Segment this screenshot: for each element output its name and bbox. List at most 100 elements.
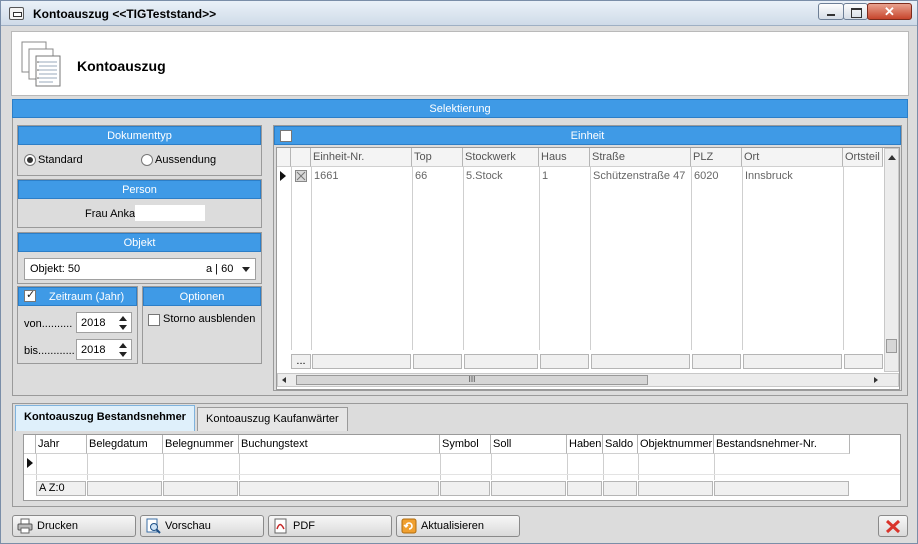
bis-label: bis............ — [24, 345, 75, 357]
bis-year-value: 2018 — [81, 344, 106, 356]
tab-kaufanwaerter[interactable]: Kontoauszug Kaufanwärter — [197, 407, 348, 431]
footer-cell — [440, 481, 490, 496]
objekt-value: Objekt: 50 — [30, 263, 81, 275]
scroll-right-icon[interactable] — [874, 377, 878, 383]
cell-strasse: Schützenstraße 47 — [593, 170, 686, 182]
radio-standard-label[interactable]: Standard — [38, 154, 83, 166]
preview-button-label: Vorschau — [165, 520, 211, 532]
col-buchungstext[interactable]: Buchungstext — [239, 435, 440, 454]
col-ortsteil[interactable]: Ortsteil — [843, 148, 883, 167]
einheit-grid: Einheit-Nr. Top Stockwerk Haus Straße PL… — [276, 147, 900, 390]
close-window-button[interactable]: ✕ — [867, 3, 912, 20]
footer-cell — [163, 481, 238, 496]
zeitraum-checkbox[interactable] — [24, 288, 36, 302]
footer-cell — [540, 354, 589, 369]
doctype-group: Dokumenttyp Standard Aussendung — [17, 125, 262, 176]
person-title: Person — [18, 180, 261, 199]
row-header-corner — [24, 435, 36, 454]
einheit-group: Einheit Einheit-Nr. Top Stockwerk Haus S… — [273, 125, 902, 391]
footer-cell — [692, 354, 741, 369]
radio-standard[interactable] — [24, 154, 36, 166]
col-soll[interactable]: Soll — [491, 435, 567, 454]
footer-cell — [638, 481, 713, 496]
col-jahr[interactable]: Jahr — [36, 435, 87, 454]
storno-checkbox[interactable] — [148, 314, 160, 326]
col-bestandsnehmer-nr[interactable]: Bestandsnehmer-Nr. — [714, 435, 850, 454]
print-button-label: Drucken — [37, 520, 78, 532]
record-count: A Z:0 — [36, 481, 86, 496]
row-header-corner — [277, 148, 291, 167]
scroll-up-icon[interactable] — [888, 155, 896, 160]
footer-cell — [491, 481, 566, 496]
preview-button[interactable]: Vorschau — [140, 515, 264, 537]
documents-icon — [21, 41, 61, 87]
pdf-icon — [274, 518, 287, 534]
col-objektnummer[interactable]: Objektnummer — [638, 435, 714, 454]
ledger-grid: Jahr Belegdatum Belegnummer Buchungstext… — [23, 434, 901, 501]
preview-icon — [146, 518, 161, 534]
pdf-button[interactable]: PDF — [268, 515, 392, 537]
footer-cell — [567, 481, 602, 496]
minimize-button[interactable] — [818, 3, 844, 20]
einheit-select-all-checkbox[interactable] — [280, 130, 292, 142]
optionen-title: Optionen — [143, 287, 261, 306]
maximize-button[interactable] — [843, 3, 868, 20]
scroll-left-icon[interactable] — [282, 377, 286, 383]
horizontal-scrollbar[interactable]: III — [277, 373, 899, 387]
col-stockwerk[interactable]: Stockwerk — [463, 148, 539, 167]
col-plz[interactable]: PLZ — [691, 148, 742, 167]
col-belegdatum[interactable]: Belegdatum — [87, 435, 163, 454]
refresh-button[interactable]: Aktualisieren — [396, 515, 520, 537]
person-field[interactable] — [135, 205, 205, 221]
objekt-title: Objekt — [18, 233, 261, 252]
von-year-spinner[interactable]: 2018 — [76, 312, 132, 333]
footer-cell — [312, 354, 411, 369]
vertical-scroll-thumb[interactable] — [886, 339, 897, 353]
einheit-title: Einheit — [274, 126, 901, 145]
col-einheit-nr[interactable]: Einheit-Nr. — [311, 148, 412, 167]
header-panel: Kontoauszug — [11, 31, 909, 96]
spin-down-icon[interactable] — [119, 352, 127, 357]
col-symbol[interactable]: Symbol — [440, 435, 491, 454]
vertical-scrollbar[interactable] — [884, 148, 899, 372]
select-column-header — [291, 148, 311, 167]
print-button[interactable]: Drucken — [12, 515, 136, 537]
footer-cell — [844, 354, 883, 369]
radio-aussendung-label[interactable]: Aussendung — [155, 154, 216, 166]
refresh-button-label: Aktualisieren — [421, 520, 484, 532]
table-row[interactable]: 1661 66 5.Stock 1 Schützenstraße 47 6020… — [277, 167, 883, 185]
tab-bestandsnehmer[interactable]: Kontoauszug Bestandsnehmer — [15, 405, 195, 431]
zeitraum-group: Zeitraum (Jahr) von.......... 2018 bis..… — [17, 286, 138, 364]
row-select-checkbox[interactable] — [295, 170, 307, 182]
window-title: Kontoauszug <<TIGTeststand>> — [33, 7, 217, 21]
cell-einheit-nr: 1661 — [314, 170, 339, 182]
col-belegnummer[interactable]: Belegnummer — [163, 435, 239, 454]
radio-aussendung[interactable] — [141, 154, 153, 166]
printer-icon — [17, 518, 33, 534]
footer-cell — [239, 481, 439, 496]
page-title: Kontoauszug — [77, 58, 166, 74]
col-haben[interactable]: Haben — [567, 435, 603, 454]
horizontal-scroll-thumb[interactable]: III — [296, 375, 648, 385]
cross-icon — [296, 171, 306, 181]
spin-down-icon[interactable] — [119, 325, 127, 330]
col-ort[interactable]: Ort — [742, 148, 843, 167]
optionen-group: Optionen Storno ausblenden — [142, 286, 262, 364]
title-bar[interactable]: Kontoauszug <<TIGTeststand>> ✕ — [1, 1, 917, 26]
close-dialog-button[interactable] — [878, 515, 908, 537]
spin-up-icon[interactable] — [119, 316, 127, 321]
close-icon: ✕ — [884, 4, 895, 19]
main-window: Kontoauszug <<TIGTeststand>> ✕ Kontoausz… — [0, 0, 918, 544]
col-top[interactable]: Top — [412, 148, 463, 167]
storno-label[interactable]: Storno ausblenden — [163, 313, 255, 325]
footer-cell — [603, 481, 637, 496]
col-saldo[interactable]: Saldo — [603, 435, 638, 454]
col-strasse[interactable]: Straße — [590, 148, 691, 167]
grid-footer-button[interactable]: ... — [291, 354, 311, 369]
objekt-select[interactable]: Objekt: 50 a | 60 — [24, 258, 256, 280]
window-menu-icon[interactable] — [9, 7, 24, 20]
bis-year-spinner[interactable]: 2018 — [76, 339, 132, 360]
col-haus[interactable]: Haus — [539, 148, 590, 167]
objekt-value-extra: a | 60 — [206, 263, 234, 275]
spin-up-icon[interactable] — [119, 343, 127, 348]
